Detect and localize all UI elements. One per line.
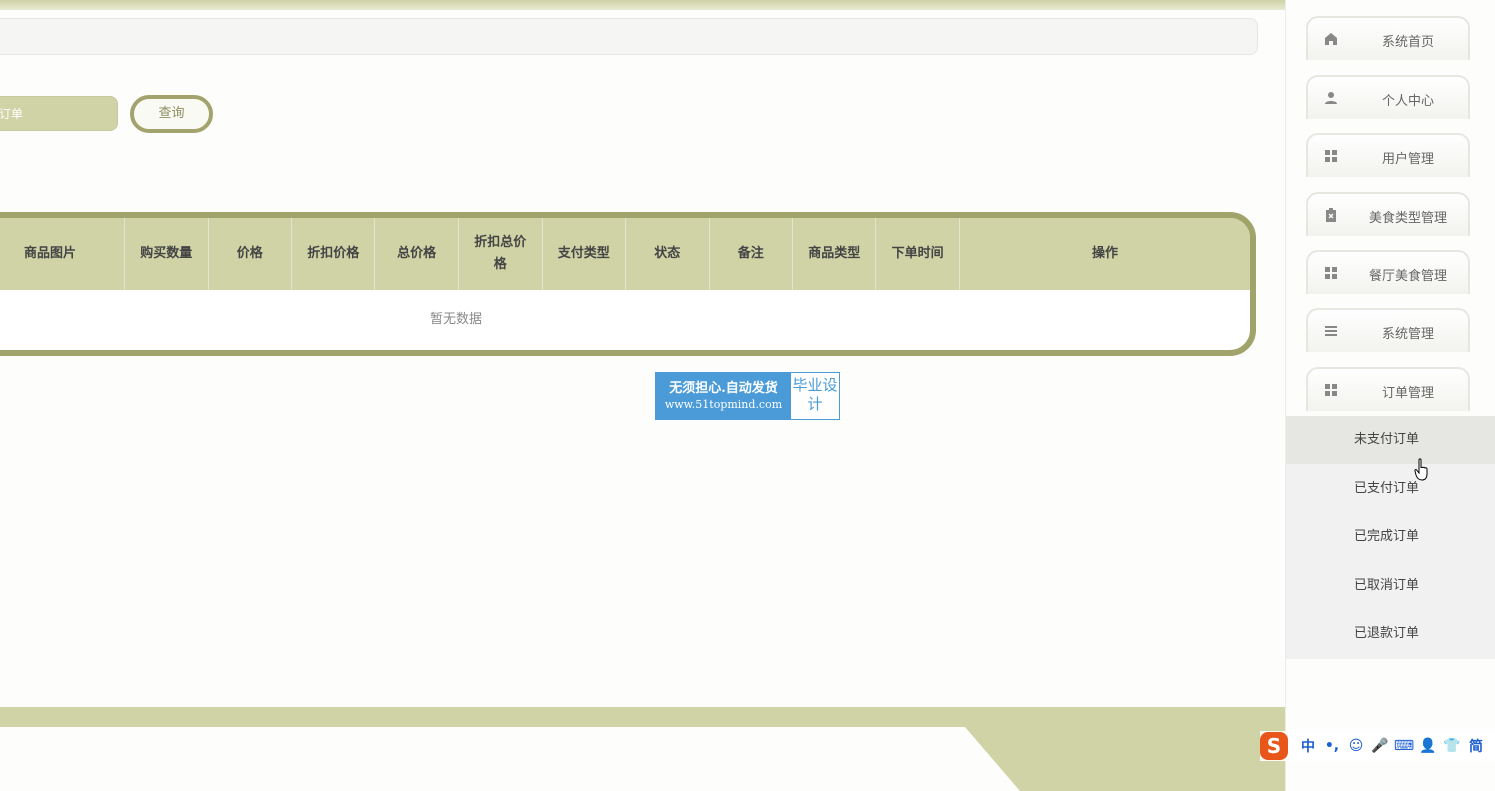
column-header: 备注 <box>710 218 793 290</box>
watermark-tag: 毕业设计 <box>792 376 838 413</box>
table-header: 商品图片 购买数量 价格 折扣价格 总价格 折扣总价格 支付类型 状态 备注 商… <box>0 218 1250 290</box>
submenu-unpaid-orders[interactable]: 未支付订单 <box>1286 416 1495 464</box>
menu-icon <box>1325 326 1337 336</box>
grid-icon <box>1325 267 1337 279</box>
clipboard-icon <box>1326 208 1336 222</box>
search-input[interactable]: 订单 <box>0 96 118 131</box>
column-header: 商品类型 <box>793 218 877 290</box>
ime-keyboard-icon[interactable]: ⌨ <box>1392 738 1416 754</box>
column-header: 操作 <box>1091 246 1118 261</box>
grid-icon <box>1325 384 1337 396</box>
submenu-completed-orders[interactable]: 已完成订单 <box>1286 513 1495 561</box>
ime-logo[interactable]: S <box>1260 732 1288 760</box>
ime-chinese-mode[interactable]: 中 <box>1296 736 1320 756</box>
sidebar-item-food-types[interactable]: 美食类型管理 <box>1306 192 1470 236</box>
breadcrumb <box>0 18 1258 55</box>
column-header: 购买数量 <box>125 218 209 290</box>
ime-microphone-icon[interactable]: 🎤 <box>1368 738 1392 754</box>
orders-table: 商品图片 购买数量 价格 折扣价格 总价格 折扣总价格 支付类型 状态 备注 商… <box>0 212 1256 356</box>
ime-skin-icon[interactable]: 👕 <box>1440 738 1464 754</box>
submenu-cancelled-orders[interactable]: 已取消订单 <box>1286 562 1495 610</box>
column-header: 下单时间 <box>876 218 960 290</box>
query-button[interactable]: 查询 <box>130 95 213 133</box>
ime-user-icon[interactable]: 👤 <box>1416 738 1440 754</box>
sidebar-item-profile[interactable]: 个人中心 <box>1306 75 1470 119</box>
submenu-paid-orders[interactable]: 已支付订单 <box>1286 465 1495 513</box>
column-header: 折扣总价格 <box>459 218 543 290</box>
sidebar-item-label: 个人中心 <box>1381 94 1434 109</box>
user-icon <box>1325 92 1337 104</box>
sidebar-item-label: 系统管理 <box>1381 327 1434 342</box>
hand-cursor-icon <box>1414 458 1428 481</box>
ime-punctuation[interactable]: •, <box>1320 738 1344 754</box>
ime-emoji-icon[interactable]: ☺ <box>1344 738 1368 754</box>
sidebar-item-system[interactable]: 系统管理 <box>1306 308 1470 352</box>
footer-decoration <box>965 727 1285 791</box>
sidebar-item-label: 系统首页 <box>1381 35 1434 50</box>
empty-table-message: 暂无数据 <box>429 312 482 327</box>
orders-submenu: 未支付订单 已支付订单 已完成订单 已取消订单 已退款订单 <box>1286 416 1495 659</box>
sidebar-item-orders[interactable]: 订单管理 <box>1306 367 1470 411</box>
column-header: 总价格 <box>375 218 459 290</box>
watermark-text: 无须担心.自动发货 <box>669 381 778 396</box>
sidebar-item-restaurant-food[interactable]: 餐厅美食管理 <box>1306 250 1470 294</box>
sidebar-item-users[interactable]: 用户管理 <box>1306 133 1470 177</box>
column-header: 商品图片 <box>0 218 126 290</box>
sidebar: 系统首页 个人中心 用户管理 美食类型管理 餐厅美食管理 系统管理 订单管理 未… <box>1285 0 1495 791</box>
sidebar-item-label: 订单管理 <box>1381 386 1434 401</box>
sidebar-item-label: 用户管理 <box>1381 152 1434 167</box>
ime-toolbar: S 中 •, ☺ 🎤 ⌨ 👤 👕 简 <box>1260 731 1495 761</box>
column-header: 折扣价格 <box>292 218 376 290</box>
sidebar-item-home[interactable]: 系统首页 <box>1306 16 1470 60</box>
watermark-url: www.51topmind.com <box>664 398 783 411</box>
grid-icon <box>1325 150 1337 162</box>
home-icon <box>1325 33 1337 45</box>
column-header: 状态 <box>626 218 710 290</box>
watermark-logo: 无须担心.自动发货 www.51topmind.com 毕业设计 <box>655 372 840 420</box>
sidebar-item-label: 美食类型管理 <box>1368 211 1447 226</box>
submenu-refunded-orders[interactable]: 已退款订单 <box>1286 610 1495 658</box>
footer-band <box>0 707 1285 727</box>
sidebar-item-label: 餐厅美食管理 <box>1368 269 1447 284</box>
column-header: 价格 <box>209 218 292 290</box>
top-strip <box>0 0 1495 10</box>
ime-simplified[interactable]: 简 <box>1464 736 1488 756</box>
column-header: 支付类型 <box>543 218 627 290</box>
